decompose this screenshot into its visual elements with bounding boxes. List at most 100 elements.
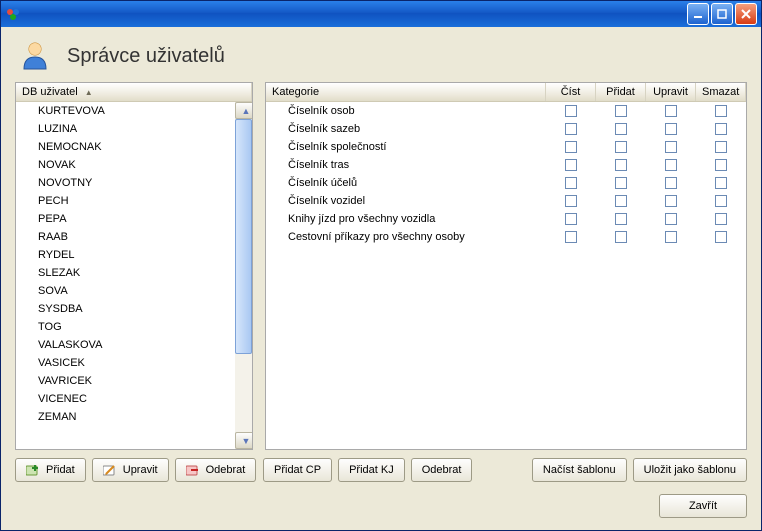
permission-read-checkbox[interactable]: [565, 123, 577, 135]
client-area: Správce uživatelů DB uživatel ▲ KURTEVOV…: [1, 27, 761, 530]
permissions-header: Kategorie Číst Přidat Upravit Smazat: [266, 83, 746, 102]
permission-read-checkbox[interactable]: [565, 105, 577, 117]
permission-delete-checkbox[interactable]: [715, 195, 727, 207]
user-row[interactable]: NOVAK: [16, 156, 235, 174]
col-add[interactable]: Přidat: [596, 83, 646, 101]
add-cp-button[interactable]: Přidat CP: [263, 458, 332, 482]
col-edit[interactable]: Upravit: [646, 83, 696, 101]
maximize-button[interactable]: [711, 3, 733, 25]
permission-delete-cell: [696, 210, 746, 228]
permission-edit-checkbox[interactable]: [665, 123, 677, 135]
permission-edit-cell: [646, 174, 696, 192]
user-row[interactable]: RYDEL: [16, 246, 235, 264]
permission-edit-checkbox[interactable]: [665, 177, 677, 189]
col-read[interactable]: Číst: [546, 83, 596, 101]
permission-add-cell: [596, 138, 646, 156]
user-row[interactable]: VICENEC: [16, 390, 235, 408]
permission-add-checkbox[interactable]: [615, 195, 627, 207]
permission-add-cell: [596, 102, 646, 120]
permission-read-checkbox[interactable]: [565, 195, 577, 207]
permission-edit-checkbox[interactable]: [665, 195, 677, 207]
permission-read-checkbox[interactable]: [565, 141, 577, 153]
permission-row: Cestovní příkazy pro všechny osoby: [266, 228, 746, 246]
permission-add-checkbox[interactable]: [615, 105, 627, 117]
scroll-track[interactable]: [235, 119, 252, 432]
permission-delete-checkbox[interactable]: [715, 105, 727, 117]
add-user-button[interactable]: Přidat: [15, 458, 86, 482]
permission-read-checkbox[interactable]: [565, 159, 577, 171]
user-column-header[interactable]: DB uživatel ▲: [16, 83, 252, 101]
user-row[interactable]: SLEZAK: [16, 264, 235, 282]
user-row[interactable]: SYSDBA: [16, 300, 235, 318]
permission-edit-checkbox[interactable]: [665, 141, 677, 153]
user-row[interactable]: PECH: [16, 192, 235, 210]
titlebar: [1, 1, 761, 27]
remove-icon: [186, 463, 200, 477]
permission-edit-checkbox[interactable]: [665, 105, 677, 117]
add-kj-button[interactable]: Přidat KJ: [338, 458, 405, 482]
user-row[interactable]: KURTEVOVA: [16, 102, 235, 120]
permission-add-checkbox[interactable]: [615, 213, 627, 225]
user-row[interactable]: NOVOTNY: [16, 174, 235, 192]
permission-add-checkbox[interactable]: [615, 123, 627, 135]
permission-delete-checkbox[interactable]: [715, 141, 727, 153]
scroll-thumb[interactable]: [235, 119, 252, 354]
user-row[interactable]: LUZINA: [16, 120, 235, 138]
permission-add-cell: [596, 228, 646, 246]
user-row[interactable]: NEMOCNAK: [16, 138, 235, 156]
permission-edit-cell: [646, 138, 696, 156]
user-row[interactable]: SOVA: [16, 282, 235, 300]
permission-add-checkbox[interactable]: [615, 159, 627, 171]
permission-add-checkbox[interactable]: [615, 141, 627, 153]
permission-row: Číselník tras: [266, 156, 746, 174]
permission-add-checkbox[interactable]: [615, 177, 627, 189]
permission-category-label: Číselník osob: [266, 102, 546, 120]
permission-delete-checkbox[interactable]: [715, 123, 727, 135]
user-row[interactable]: TOG: [16, 318, 235, 336]
user-list-scrollbar[interactable]: ▲ ▼: [235, 102, 252, 449]
permission-add-cell: [596, 120, 646, 138]
col-delete[interactable]: Smazat: [696, 83, 746, 101]
scroll-up-button[interactable]: ▲: [235, 102, 252, 119]
permission-read-checkbox[interactable]: [565, 213, 577, 225]
permission-read-cell: [546, 138, 596, 156]
remove-user-button[interactable]: Odebrat: [175, 458, 257, 482]
user-rows-container: KURTEVOVALUZINANEMOCNAKNOVAKNOVOTNYPECHP…: [16, 102, 235, 449]
col-category[interactable]: Kategorie: [266, 83, 546, 101]
minimize-button[interactable]: [687, 3, 709, 25]
user-row[interactable]: VAVRICEK: [16, 372, 235, 390]
permission-read-checkbox[interactable]: [565, 231, 577, 243]
permission-edit-checkbox[interactable]: [665, 231, 677, 243]
permission-row: Knihy jízd pro všechny vozidla: [266, 210, 746, 228]
footer: Zavřít: [1, 482, 761, 530]
permission-edit-cell: [646, 192, 696, 210]
permission-edit-checkbox[interactable]: [665, 213, 677, 225]
close-button[interactable]: [735, 3, 757, 25]
permission-delete-checkbox[interactable]: [715, 213, 727, 225]
edit-user-button[interactable]: Upravit: [92, 458, 169, 482]
users-icon: [19, 39, 51, 74]
app-icon: [5, 6, 21, 22]
load-template-button[interactable]: Načíst šablonu: [532, 458, 627, 482]
permission-row: Číselník sazeb: [266, 120, 746, 138]
scroll-down-button[interactable]: ▼: [235, 432, 252, 449]
permission-edit-cell: [646, 120, 696, 138]
permission-edit-checkbox[interactable]: [665, 159, 677, 171]
page-header: Správce uživatelů: [1, 27, 761, 82]
user-row[interactable]: ZEMAN: [16, 408, 235, 426]
permission-add-checkbox[interactable]: [615, 231, 627, 243]
close-dialog-button[interactable]: Zavřít: [659, 494, 747, 518]
remove-perm-button[interactable]: Odebrat: [411, 458, 473, 482]
permission-row: Číselník účelů: [266, 174, 746, 192]
save-template-button[interactable]: Uložit jako šablonu: [633, 458, 747, 482]
permission-delete-checkbox[interactable]: [715, 177, 727, 189]
permission-read-checkbox[interactable]: [565, 177, 577, 189]
permission-delete-checkbox[interactable]: [715, 231, 727, 243]
user-row[interactable]: VASICEK: [16, 354, 235, 372]
permission-delete-checkbox[interactable]: [715, 159, 727, 171]
user-row[interactable]: VALASKOVA: [16, 336, 235, 354]
user-row[interactable]: RAAB: [16, 228, 235, 246]
user-list-header[interactable]: DB uživatel ▲: [16, 83, 252, 102]
user-list-panel: DB uživatel ▲ KURTEVOVALUZINANEMOCNAKNOV…: [15, 82, 253, 450]
user-row[interactable]: PEPA: [16, 210, 235, 228]
